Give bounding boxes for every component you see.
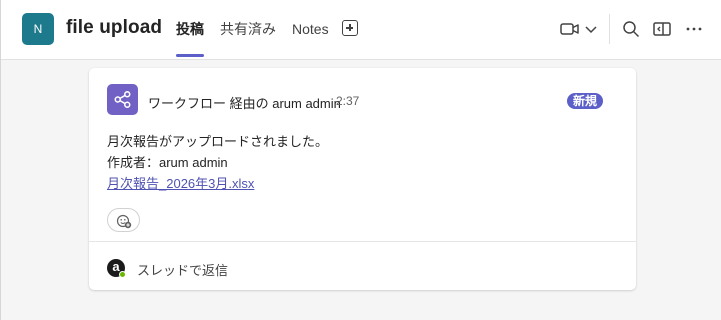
teams-channel-view: N file upload 投稿 共有済み Notes ワークフロー 経由の a… [0,0,721,320]
avatar: a [107,259,126,278]
reply-in-thread-button[interactable]: a スレッドで返信 [89,242,636,290]
workflow-share-icon [107,84,138,115]
channel-header: N file upload 投稿 共有済み Notes [1,0,721,60]
video-camera-icon[interactable] [559,18,581,40]
channel-avatar[interactable]: N [22,13,54,45]
header-divider [609,14,610,44]
add-tab-button[interactable] [342,20,358,36]
chevron-down-icon[interactable] [581,18,603,40]
channel-title: file upload [66,17,163,38]
file-link[interactable]: 月次報告_2026年3月.xlsx [107,173,254,194]
message-body: 月次報告がアップロードされました。 作成者：arum admin 月次報告_20… [107,131,328,194]
tab-posts[interactable]: 投稿 [176,0,204,60]
message-line: 月次報告がアップロードされました。 [107,134,329,149]
tab-shared[interactable]: 共有済み [220,0,276,60]
message-card: ワークフロー 経由の arum admin 2:37 新規 月次報告がアップロー… [89,68,636,290]
posts-feed: ワークフロー 経由の arum admin 2:37 新規 月次報告がアップロー… [1,61,721,320]
message-line: 作成者：arum admin [107,155,228,170]
emoji-add-icon [116,214,132,229]
new-badge: 新規 [567,93,604,109]
side-panel-icon[interactable] [651,18,673,40]
channel-tabs: 投稿 共有済み Notes [176,0,345,60]
more-horizontal-icon[interactable] [683,18,705,40]
message-sender: ワークフロー 経由の arum admin [148,96,341,111]
tab-notes[interactable]: Notes [292,0,329,60]
search-icon[interactable] [620,18,642,40]
message-timestamp: 2:37 [336,94,360,108]
presence-available-icon [119,271,126,278]
reply-label: スレッドで返信 [137,263,229,278]
add-reaction-button[interactable] [107,208,140,232]
